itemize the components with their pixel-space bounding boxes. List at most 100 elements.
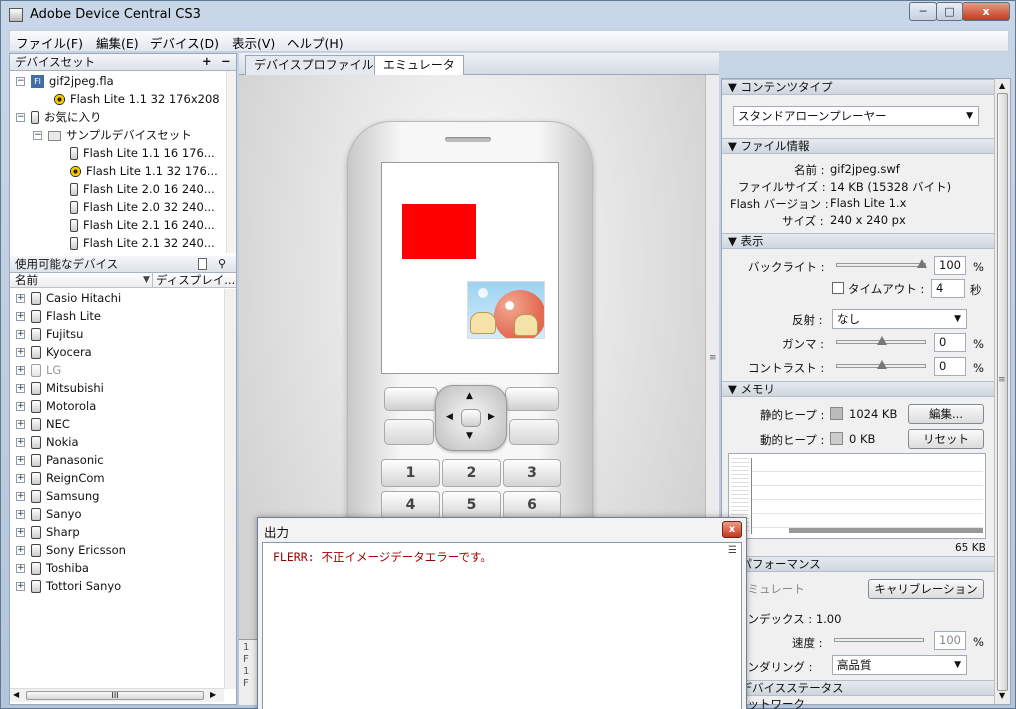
tree-item-fl21-32[interactable]: Flash Lite 2.1 32 240... (70, 234, 215, 252)
menu-file[interactable]: ファイル(F) (16, 33, 83, 52)
expand-icon[interactable]: + (16, 474, 25, 483)
expand-icon[interactable]: + (16, 348, 25, 357)
close-button[interactable]: x (962, 2, 1010, 21)
key-4[interactable]: 4 (381, 491, 440, 519)
device-list-item[interactable]: + Flash Lite (16, 307, 101, 325)
expand-icon[interactable]: + (16, 564, 25, 573)
sort-arrow-icon[interactable]: ▼ (143, 273, 150, 287)
remove-set-button[interactable]: − (221, 53, 231, 69)
output-close-button[interactable]: x (722, 521, 742, 538)
expand-icon[interactable]: + (16, 366, 25, 375)
expand-icon[interactable]: + (16, 582, 25, 591)
contrast-input[interactable]: 0 (934, 357, 966, 376)
expand-icon[interactable]: + (16, 546, 25, 555)
scroll-up-icon[interactable]: ▲ (999, 81, 1005, 90)
device-list-item[interactable]: + Panasonic (16, 451, 104, 469)
device-list-vscroll[interactable] (224, 289, 236, 689)
menu-edit[interactable]: 編集(E) (96, 33, 139, 52)
menu-help[interactable]: ヘルプ(H) (287, 33, 344, 52)
device-list-item[interactable]: + Motorola (16, 397, 96, 415)
title-bar[interactable]: Adobe Device Central CS3 ─ □ x (1, 1, 1015, 29)
expand-icon[interactable]: + (16, 402, 25, 411)
tree-item-sample-set[interactable]: − サンプルデバイスセット (33, 126, 192, 144)
output-body[interactable]: FLERR: 不正イメージデータエラーです。 ☰ (262, 542, 742, 709)
tree-item-fl21-16[interactable]: Flash Lite 2.1 16 240... (70, 216, 215, 234)
device-list-item[interactable]: + Fujitsu (16, 325, 83, 343)
expand-icon[interactable]: + (16, 330, 25, 339)
right-softkey[interactable] (505, 387, 559, 411)
scroll-right-icon[interactable]: ▶ (210, 690, 216, 699)
gamma-slider[interactable] (836, 336, 926, 345)
speed-input[interactable]: 100 (934, 631, 966, 650)
device-list-item[interactable]: + Samsung (16, 487, 99, 505)
device-list-item[interactable]: + Tottori Sanyo (16, 577, 121, 595)
right-scroll-thumb[interactable] (997, 93, 1008, 691)
speed-slider[interactable] (834, 638, 924, 642)
contrast-slider[interactable] (836, 360, 926, 369)
tab-device-profile[interactable]: デバイスプロファイル (245, 55, 383, 75)
splitter-grip-icon[interactable]: ≡ (709, 353, 717, 363)
expand-icon[interactable]: + (16, 312, 25, 321)
device-list-item[interactable]: + Sharp (16, 523, 80, 541)
content-type-header[interactable]: ▼ コンテンツタイプ (722, 79, 994, 95)
expand-icon[interactable]: + (16, 528, 25, 537)
device-list-item[interactable]: + ReignCom (16, 469, 105, 487)
tab-emulator[interactable]: エミュレータ (374, 55, 464, 76)
timeout-checkbox[interactable] (832, 282, 844, 294)
expand-icon[interactable]: + (16, 294, 25, 303)
column-divider[interactable] (152, 273, 153, 287)
tree-item-fl20-32[interactable]: Flash Lite 2.0 32 240... (70, 198, 215, 216)
device-list-item[interactable]: + NEC (16, 415, 70, 433)
rendering-select[interactable]: 高品質 ▼ (832, 655, 967, 675)
expand-icon[interactable]: + (16, 456, 25, 465)
reflection-select[interactable]: なし ▼ (832, 309, 967, 329)
device-list-item[interactable]: + Nokia (16, 433, 79, 451)
panel-menu-icon[interactable]: ☰ (728, 545, 737, 556)
nav-center-button[interactable] (461, 409, 481, 427)
reset-button[interactable]: リセット (908, 429, 984, 449)
device-list-item[interactable]: + Toshiba (16, 559, 89, 577)
timeout-input[interactable]: 4 (931, 279, 965, 298)
performance-header[interactable]: ▼ パフォーマンス (722, 556, 994, 572)
scroll-left-icon[interactable]: ◀ (13, 690, 19, 699)
device-list-item[interactable]: + Sanyo (16, 505, 81, 523)
column-name[interactable]: 名前 (15, 273, 38, 287)
gamma-input[interactable]: 0 (934, 333, 966, 352)
add-set-button[interactable]: + (202, 53, 212, 69)
expand-icon[interactable]: + (16, 384, 25, 393)
tree-item-fl20-16[interactable]: Flash Lite 2.0 16 240... (70, 180, 215, 198)
search-icon[interactable]: ⚲ (218, 256, 226, 272)
expand-icon[interactable]: + (16, 510, 25, 519)
device-list-item[interactable]: + LG (16, 361, 61, 379)
maximize-button[interactable]: □ (936, 2, 963, 21)
device-list-item[interactable]: + Kyocera (16, 343, 92, 361)
tree-item-fl11-16[interactable]: Flash Lite 1.1 16 176... (70, 144, 215, 162)
key-2[interactable]: 2 (442, 459, 501, 487)
device-sets-scrollbar[interactable] (226, 71, 236, 253)
phone-screen[interactable] (381, 162, 559, 374)
tree-item-fla[interactable]: − Fl gif2jpeg.fla (16, 72, 114, 90)
device-list-item[interactable]: + Casio Hitachi (16, 289, 121, 307)
key-1[interactable]: 1 (381, 459, 440, 487)
device-list-item[interactable]: + Mitsubishi (16, 379, 104, 397)
phone-filter-icon[interactable] (198, 258, 207, 270)
left-softkey[interactable] (384, 387, 438, 411)
scroll-down-icon[interactable]: ▼ (999, 691, 1005, 700)
key-3[interactable]: 3 (503, 459, 561, 487)
key-5[interactable]: 5 (442, 491, 501, 519)
tree-item-set-device[interactable]: Flash Lite 1.1 32 176x208 (54, 90, 220, 108)
menu-device[interactable]: デバイス(D) (150, 33, 219, 52)
display-header[interactable]: ▼ 表示 (722, 233, 994, 249)
minimize-button[interactable]: ─ (909, 2, 937, 21)
tree-item-fl11-32[interactable]: Flash Lite 1.1 32 176... (70, 162, 218, 180)
calibrate-button[interactable]: キャリブレーション (868, 579, 984, 599)
backlight-slider[interactable] (836, 259, 927, 268)
memory-header[interactable]: ▼ メモリ (722, 381, 994, 397)
backlight-input[interactable]: 100 (934, 256, 966, 275)
right-pane-scrollbar[interactable]: ▲ ≡ ▼ (994, 79, 1010, 704)
column-display[interactable]: ディスプレイ... (156, 273, 235, 287)
expand-icon[interactable]: + (16, 438, 25, 447)
file-info-header[interactable]: ▼ ファイル情報 (722, 138, 994, 154)
device-list-hscroll[interactable]: ◀ III ▶ (10, 688, 224, 702)
device-status-header[interactable]: ▼ デバイスステータス (722, 680, 994, 696)
